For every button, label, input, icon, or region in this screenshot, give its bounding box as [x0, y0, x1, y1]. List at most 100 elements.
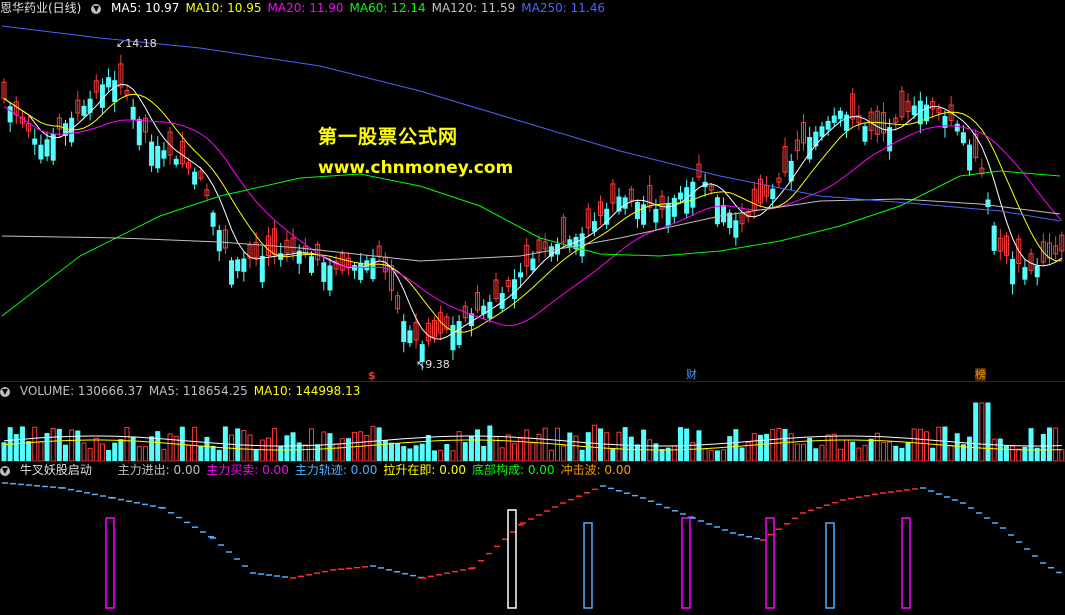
- event-marker-finance[interactable]: 财: [686, 368, 697, 382]
- watermark-title: 第一股票公式网: [318, 126, 459, 148]
- price-indicator-0: MA5: 10.97: [111, 1, 180, 15]
- volume-bar: [247, 434, 253, 461]
- chevron-down-icon[interactable]: ▼: [0, 386, 10, 397]
- candle-body: [149, 141, 155, 166]
- volume-bar: [751, 433, 757, 461]
- volume-bar: [807, 437, 813, 461]
- volume-bar: [880, 442, 886, 461]
- volume-bar: [776, 427, 782, 461]
- volume-bar: [112, 442, 118, 461]
- volume-bar: [69, 429, 75, 461]
- volume-bar: [136, 446, 142, 461]
- volume-bar: [1040, 434, 1046, 461]
- signal-bar: [681, 517, 691, 609]
- candle-body: [81, 105, 87, 116]
- volume-bar: [401, 446, 407, 461]
- volume-bar: [733, 429, 739, 461]
- volume-bar: [32, 426, 38, 461]
- signal-bar: [507, 509, 517, 609]
- candle-body: [1022, 267, 1028, 280]
- chevron-down-icon[interactable]: ▼: [0, 465, 10, 476]
- volume-bar: [671, 445, 677, 461]
- candle-body: [106, 77, 112, 88]
- chevron-down-icon[interactable]: ▼: [91, 3, 102, 14]
- signal-bar: [583, 522, 593, 609]
- price-chart[interactable]: [0, 16, 1065, 384]
- candle-body: [241, 258, 247, 272]
- volume-bar: [1003, 446, 1009, 461]
- volume-bar: [573, 435, 579, 461]
- volume-bar: [917, 428, 923, 461]
- indicator-name[interactable]: 牛叉妖股启动: [20, 463, 92, 477]
- volume-bar: [862, 444, 868, 461]
- volume-bar: [874, 432, 880, 461]
- volume-bar: [302, 444, 308, 461]
- price-high-label: ↙14.18: [116, 37, 157, 50]
- event-marker-rank[interactable]: 榜: [975, 368, 986, 382]
- stock-name[interactable]: 恩华药业(日线): [0, 1, 81, 15]
- volume-bar: [499, 447, 505, 461]
- volume-bar: [850, 441, 856, 461]
- volume-indicator-list: VOLUME: 130666.37 MA5: 118654.25 MA10: 144…: [20, 384, 367, 398]
- volume-bar: [192, 426, 198, 461]
- candle-body: [450, 324, 456, 351]
- volume-bar: [204, 436, 210, 461]
- volume-bar: [475, 429, 481, 461]
- volume-bar: [973, 402, 979, 461]
- candle-body: [518, 272, 524, 278]
- volume-bar: [979, 402, 985, 461]
- volume-indicator-1: MA5: 118654.25: [148, 384, 248, 398]
- candle-body: [235, 259, 241, 272]
- candle-body: [112, 80, 118, 103]
- price-indicator-4: MA120: 11.59: [431, 1, 516, 15]
- volume-bar: [1028, 428, 1034, 461]
- volume-bar: [419, 443, 425, 461]
- volume-bar: [924, 431, 929, 461]
- volume-bar: [345, 438, 351, 461]
- volume-bar: [948, 444, 954, 461]
- volume-bar: [561, 445, 567, 461]
- volume-bar: [253, 448, 259, 461]
- indicator-item-3: 拉升在即: 0.00: [383, 463, 466, 477]
- volume-bar: [930, 447, 936, 461]
- candle-body: [967, 144, 973, 171]
- volume-indicator-2: MA10: 144998.13: [253, 384, 361, 398]
- volume-bar: [407, 448, 413, 461]
- candle-body: [653, 208, 659, 223]
- indicator-chart[interactable]: [0, 478, 1065, 615]
- volume-bar: [124, 427, 130, 461]
- volume-bar: [50, 428, 56, 461]
- volume-bar: [333, 443, 339, 461]
- volume-bar: [327, 433, 333, 461]
- volume-chart[interactable]: [0, 399, 1065, 461]
- indicator-pane-header: ▼ 牛叉妖股启动 主力进出: 0.00 主力买卖: 0.00 主力轨迹: 0.00 拉…: [0, 462, 643, 478]
- volume-bar: [782, 428, 788, 461]
- candle-body: [44, 139, 50, 157]
- volume-bar: [278, 446, 284, 461]
- candle-body: [954, 123, 960, 132]
- candle-body: [130, 106, 136, 121]
- volume-bar: [364, 435, 370, 461]
- volume-bar: [604, 432, 610, 461]
- volume-bar: [81, 442, 87, 461]
- candle-body: [887, 127, 893, 152]
- price-pane-divider[interactable]: [0, 381, 1065, 382]
- volume-bar: [210, 445, 216, 461]
- volume-bar: [438, 449, 444, 461]
- candle-body: [770, 188, 776, 200]
- candle-body: [358, 262, 364, 280]
- volume-bar: [1016, 448, 1022, 461]
- candle-body: [960, 132, 966, 144]
- volume-bar: [272, 427, 278, 461]
- volume-bar: [530, 442, 536, 461]
- signal-bar: [105, 517, 115, 609]
- volume-bar: [801, 443, 806, 461]
- volume-bar: [315, 444, 321, 461]
- volume-bar: [825, 434, 831, 461]
- candle-body: [401, 321, 407, 343]
- volume-bar: [678, 427, 683, 461]
- volume-bar: [991, 438, 997, 461]
- indicator-values: 主力进出: 0.00 主力买卖: 0.00 主力轨迹: 0.00 拉升在即: 0.00…: [118, 463, 637, 477]
- volume-bar: [616, 431, 622, 461]
- volume-bar: [450, 450, 456, 461]
